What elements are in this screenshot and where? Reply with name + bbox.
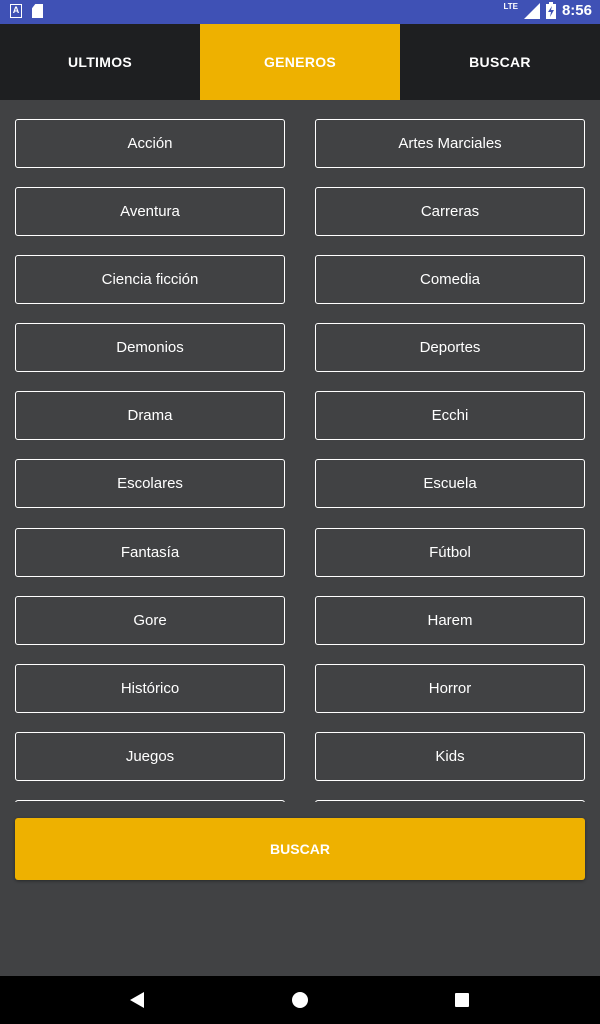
genre-button-juegos[interactable]: Juegos — [15, 732, 285, 781]
genre-button-futbol[interactable]: Fútbol — [315, 528, 585, 577]
signal-icon — [523, 2, 540, 19]
genre-button-partial[interactable] — [15, 800, 285, 802]
home-icon[interactable] — [292, 992, 308, 1008]
genre-button-ciencia-ficcion[interactable]: Ciencia ficción — [15, 255, 285, 304]
genre-button-artes-marciales[interactable]: Artes Marciales — [315, 119, 585, 168]
status-right-icons: LTE 8:56 — [503, 2, 592, 19]
genre-grid[interactable]: Acción Artes Marciales Aventura Carreras… — [0, 100, 600, 802]
genre-button-accion[interactable]: Acción — [15, 119, 285, 168]
genre-button-demonios[interactable]: Demonios — [15, 323, 285, 372]
notification-a-icon: A — [10, 4, 22, 18]
genre-button-fantasia[interactable]: Fantasía — [15, 528, 285, 577]
search-button[interactable]: BUSCAR — [15, 818, 585, 880]
genre-button-harem[interactable]: Harem — [315, 596, 585, 645]
tab-generos[interactable]: GENEROS — [200, 24, 400, 100]
genre-button-escuela[interactable]: Escuela — [315, 459, 585, 508]
genre-button-partial[interactable] — [315, 800, 585, 802]
sd-card-icon — [32, 4, 43, 18]
genre-button-aventura[interactable]: Aventura — [15, 187, 285, 236]
genre-button-kids[interactable]: Kids — [315, 732, 585, 781]
status-bar: A LTE 8:56 — [0, 0, 600, 24]
tab-bar: ULTIMOS GENEROS BUSCAR — [0, 24, 600, 100]
recents-icon[interactable] — [455, 993, 469, 1007]
genre-button-ecchi[interactable]: Ecchi — [315, 391, 585, 440]
tab-ultimos[interactable]: ULTIMOS — [0, 24, 200, 100]
genre-button-historico[interactable]: Histórico — [15, 664, 285, 713]
status-left-icons: A — [10, 4, 43, 18]
genre-button-horror[interactable]: Horror — [315, 664, 585, 713]
navigation-bar — [0, 976, 600, 1024]
genre-button-comedia[interactable]: Comedia — [315, 255, 585, 304]
genre-button-carreras[interactable]: Carreras — [315, 187, 585, 236]
genre-button-gore[interactable]: Gore — [15, 596, 285, 645]
clock-time: 8:56 — [561, 2, 592, 19]
back-icon[interactable] — [130, 992, 144, 1008]
genre-button-deportes[interactable]: Deportes — [315, 323, 585, 372]
battery-charging-icon — [545, 2, 556, 19]
tab-buscar[interactable]: BUSCAR — [400, 24, 600, 100]
genre-button-drama[interactable]: Drama — [15, 391, 285, 440]
network-type-label: LTE — [503, 2, 518, 11]
genre-button-escolares[interactable]: Escolares — [15, 459, 285, 508]
